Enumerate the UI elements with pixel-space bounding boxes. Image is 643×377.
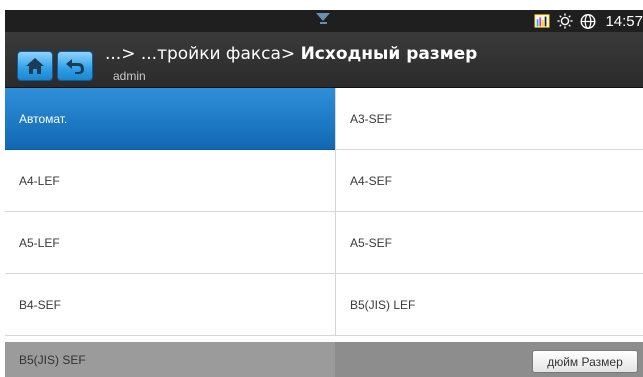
eco-sun-icon[interactable] bbox=[557, 13, 574, 29]
title-label: Исходный размер bbox=[300, 44, 478, 64]
size-option-auto[interactable]: Автомат. bbox=[5, 88, 335, 150]
page-title: ...> ...тройки факса> Исходный размер bbox=[105, 44, 477, 64]
toner-level-icon[interactable] bbox=[534, 13, 551, 29]
size-option-a4-sef[interactable]: A4-SEF bbox=[335, 150, 643, 212]
size-option-b4-sef[interactable]: B4-SEF bbox=[5, 274, 335, 336]
back-icon bbox=[66, 59, 84, 74]
size-option-a4-lef[interactable]: A4-LEF bbox=[5, 150, 335, 212]
notification-drawer-bar bbox=[320, 22, 327, 24]
notification-drawer-icon[interactable] bbox=[316, 13, 330, 21]
breadcrumb: ...> ...тройки факса> bbox=[105, 44, 296, 64]
home-icon bbox=[26, 58, 44, 74]
home-button[interactable] bbox=[17, 51, 53, 81]
bottom-bar: B5(JIS) SEF дюйм Размер bbox=[5, 342, 643, 377]
printer-panel: 14:57 ...> ...тройки факса> Исходный раз… bbox=[0, 0, 643, 377]
back-button[interactable] bbox=[57, 51, 93, 81]
size-option-a3-sef[interactable]: A3-SEF bbox=[335, 88, 643, 150]
size-option-a5-lef[interactable]: A5-LEF bbox=[5, 212, 335, 274]
status-bar: 14:57 bbox=[5, 10, 643, 32]
inch-size-button[interactable]: дюйм Размер bbox=[532, 350, 638, 373]
status-icons: 14:57 bbox=[534, 10, 643, 32]
network-globe-icon[interactable] bbox=[580, 13, 596, 29]
size-option-a5-sef[interactable]: A5-SEF bbox=[335, 212, 643, 274]
size-option-b5-jis-lef[interactable]: B5(JIS) LEF bbox=[335, 274, 643, 336]
clock: 14:57 bbox=[605, 12, 643, 30]
size-option-b5-jis-sef[interactable]: B5(JIS) SEF bbox=[5, 342, 335, 377]
bottom-right-area: дюйм Размер bbox=[335, 342, 643, 377]
title-bar: ...> ...тройки факса> Исходный размер ad… bbox=[5, 32, 643, 88]
user-label: admin bbox=[113, 69, 146, 83]
